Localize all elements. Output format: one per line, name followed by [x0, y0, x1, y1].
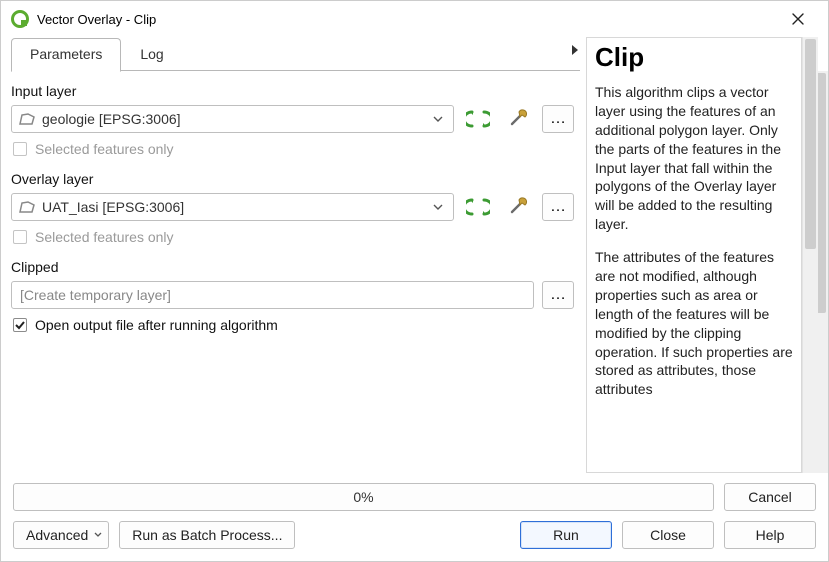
- overlay-layer-value: UAT_Iasi [EPSG:3006]: [42, 199, 429, 215]
- open-output-checkbox[interactable]: [13, 318, 27, 332]
- close-button[interactable]: [778, 1, 818, 37]
- output-browse-button[interactable]: …: [542, 281, 574, 309]
- qgis-icon: [11, 10, 29, 28]
- polygon-icon: [18, 200, 36, 214]
- input-settings-button[interactable]: [502, 105, 534, 133]
- open-output-label: Open output file after running algorithm: [35, 317, 278, 333]
- footer: 0% Cancel Advanced Run as Batch Process.…: [1, 473, 828, 561]
- tab-parameters[interactable]: Parameters: [11, 38, 121, 72]
- overlay-selected-only-checkbox: [13, 230, 27, 244]
- tab-log[interactable]: Log: [121, 38, 182, 72]
- cancel-button[interactable]: Cancel: [724, 483, 816, 511]
- overlay-layer-label: Overlay layer: [11, 171, 574, 187]
- dropdown-icon: [429, 116, 447, 122]
- overlay-layer-combo[interactable]: UAT_Iasi [EPSG:3006]: [11, 193, 454, 221]
- collapse-help-icon[interactable]: [570, 43, 580, 57]
- input-layer-value: geologie [EPSG:3006]: [42, 111, 429, 127]
- tab-bar: Parameters Log: [11, 37, 580, 71]
- polygon-icon: [18, 112, 36, 126]
- overlay-settings-button[interactable]: [502, 193, 534, 221]
- progress-bar: 0%: [13, 483, 714, 511]
- advanced-label: Advanced: [26, 527, 88, 543]
- help-title: Clip: [595, 42, 793, 73]
- input-browse-button[interactable]: …: [542, 105, 574, 133]
- help-panel: Clip This algorithm clips a vector layer…: [586, 37, 802, 473]
- parameters-pane: Parameters Log Input layer geologie [EPS…: [11, 37, 580, 473]
- reload-overlay-button[interactable]: [462, 193, 494, 221]
- overlay-browse-button[interactable]: …: [542, 193, 574, 221]
- dropdown-icon: [429, 204, 447, 210]
- output-path-input[interactable]: [Create temporary layer]: [11, 281, 534, 309]
- help-paragraph: The attributes of the features are not m…: [595, 248, 793, 399]
- input-selected-only-label: Selected features only: [35, 141, 174, 157]
- chevron-down-icon: [94, 532, 102, 538]
- clipped-output-label: Clipped: [11, 259, 574, 275]
- advanced-button[interactable]: Advanced: [13, 521, 109, 549]
- reload-input-button[interactable]: [462, 105, 494, 133]
- help-scrollbar[interactable]: [802, 37, 818, 473]
- run-button[interactable]: Run: [520, 521, 612, 549]
- titlebar: Vector Overlay - Clip: [1, 1, 828, 37]
- input-selected-only-checkbox: [13, 142, 27, 156]
- close-dialog-button[interactable]: Close: [622, 521, 714, 549]
- overlay-selected-only-label: Selected features only: [35, 229, 174, 245]
- window-title: Vector Overlay - Clip: [37, 12, 778, 27]
- input-layer-label: Input layer: [11, 83, 574, 99]
- help-button[interactable]: Help: [724, 521, 816, 549]
- help-paragraph: This algorithm clips a vector layer usin…: [595, 83, 793, 234]
- run-batch-button[interactable]: Run as Batch Process...: [119, 521, 295, 549]
- input-layer-combo[interactable]: geologie [EPSG:3006]: [11, 105, 454, 133]
